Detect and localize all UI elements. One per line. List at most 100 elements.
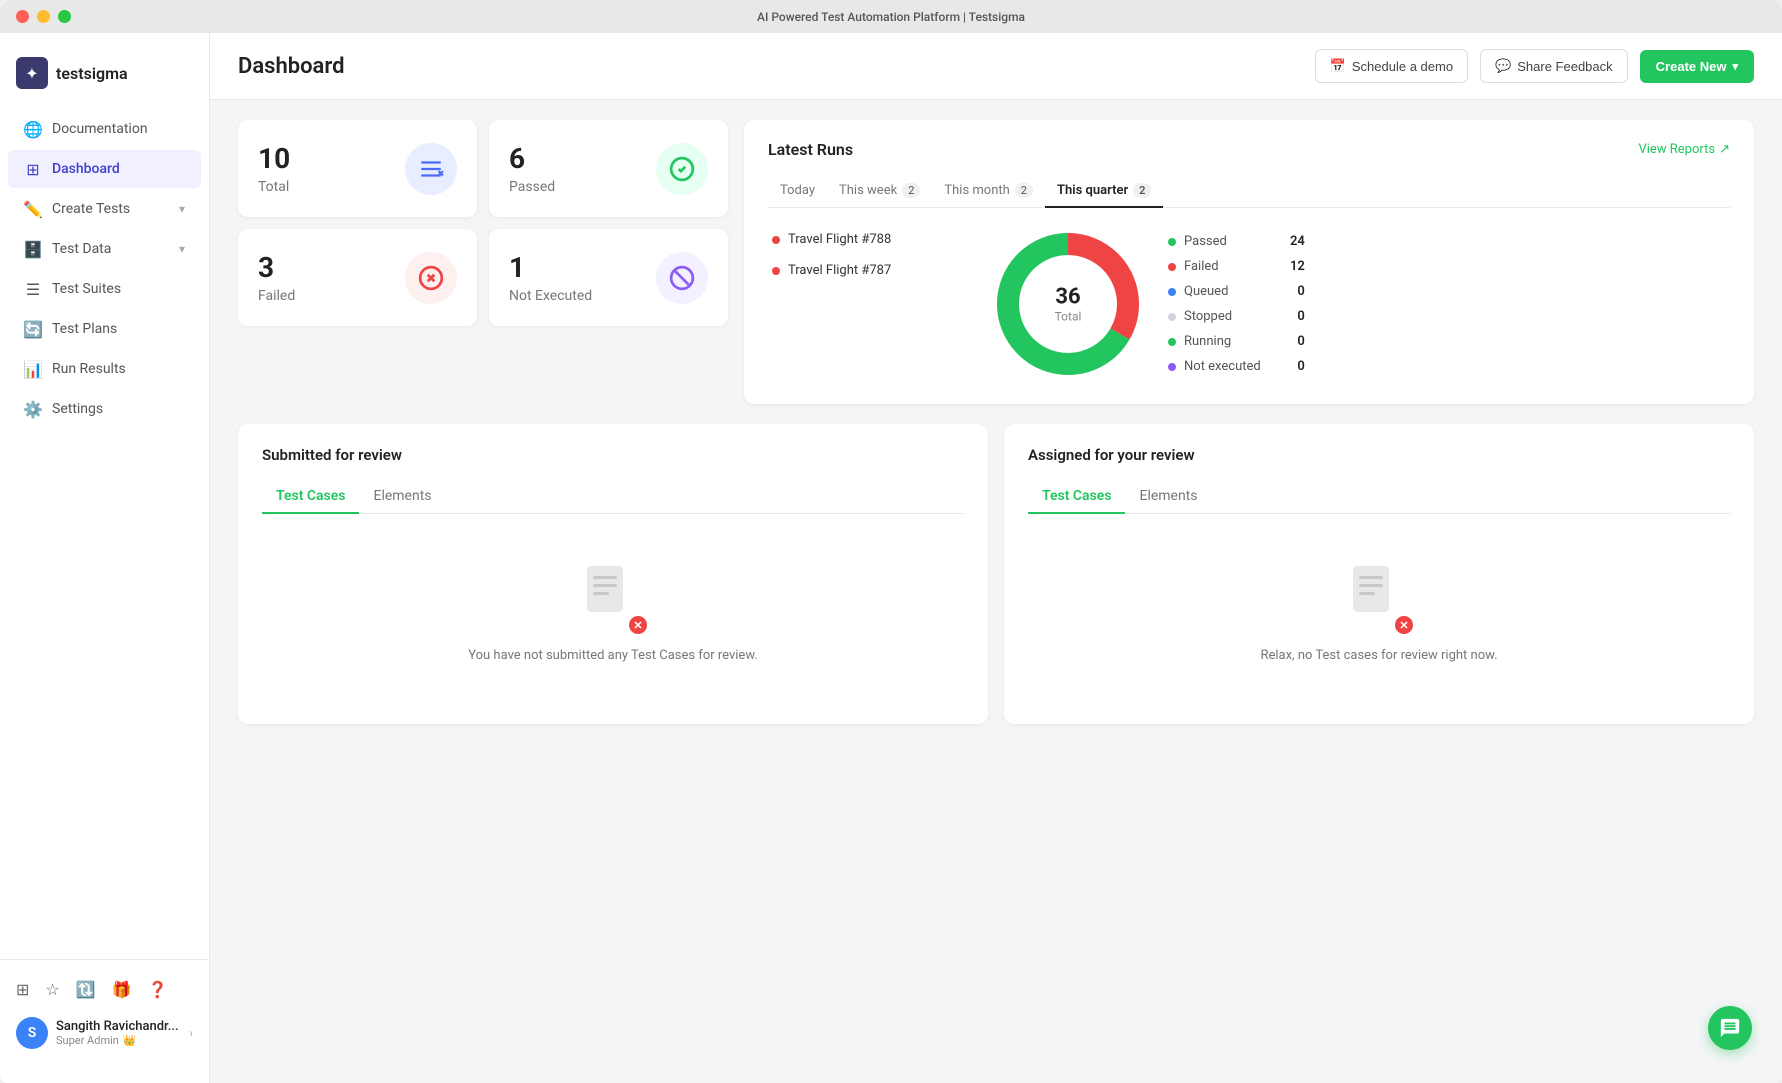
sidebar-item-test-suites[interactable]: ☰ Test Suites (8, 270, 201, 308)
empty-doc-icon-2: ✕ (1349, 564, 1409, 634)
chart-icon: 📊 (24, 360, 42, 378)
view-reports-label: View Reports (1638, 142, 1715, 157)
legend-failed: Failed 12 (1168, 259, 1305, 274)
gift-icon[interactable]: 🎁 (112, 980, 132, 999)
chevron-down-icon: ▾ (179, 202, 185, 216)
stat-passed-number: 6 (509, 142, 555, 175)
stat-total-label: Total (258, 179, 290, 195)
schedule-demo-button[interactable]: 📅 Schedule a demo (1315, 49, 1468, 83)
donut-legend: Passed 24 Failed 12 Qu (1168, 234, 1305, 374)
latest-runs-title: Latest Runs (768, 140, 853, 159)
dashboard-body: 10 Total (210, 100, 1782, 744)
sidebar-item-test-plans[interactable]: 🔄 Test Plans (8, 310, 201, 348)
run-dot-787 (772, 267, 780, 275)
legend-passed: Passed 24 (1168, 234, 1305, 249)
traffic-light-minimize[interactable] (37, 10, 50, 23)
app-container: ✦ testsigma 🌐 Documentation ⊞ Dashboard … (0, 33, 1782, 1083)
comment-icon: 💬 (1495, 58, 1511, 74)
logo-icon: ✦ (16, 57, 48, 89)
tab-submitted-test-cases[interactable]: Test Cases (262, 480, 359, 514)
tab-this-month[interactable]: This month 2 (932, 175, 1045, 208)
page-title: Dashboard (238, 54, 344, 79)
calendar-icon: 📅 (1330, 58, 1346, 74)
tab-this-quarter[interactable]: This quarter 2 (1045, 175, 1163, 208)
this-quarter-badge: 2 (1133, 183, 1151, 198)
external-link-icon: ↗ (1719, 142, 1730, 157)
assigned-empty-text: Relax, no Test cases for review right no… (1260, 648, 1497, 663)
main-content: Dashboard 📅 Schedule a demo 💬 Share Feed… (210, 33, 1782, 1083)
legend-label-failed: Failed (1184, 259, 1274, 274)
sidebar-bottom: ⊞ ☆ 🔃 🎁 ❓ S Sangith Ravichandr... Super … (0, 959, 209, 1071)
stat-card-passed: 6 Passed (489, 120, 728, 217)
tab-assigned-test-cases[interactable]: Test Cases (1028, 480, 1125, 514)
sidebar-item-documentation[interactable]: 🌐 Documentation (8, 110, 201, 148)
stat-card-not-executed: 1 Not Executed (489, 229, 728, 326)
legend-count-not-executed: 0 (1297, 359, 1304, 374)
user-menu-chevron-icon: › (189, 1026, 193, 1040)
user-row[interactable]: S Sangith Ravichandr... Super Admin 👑 › (0, 1007, 209, 1059)
submitted-review-panel: Submitted for review Test Cases Elements (238, 424, 988, 724)
logo-text: testsigma (56, 64, 128, 83)
traffic-light-maximize[interactable] (58, 10, 71, 23)
passed-icon (656, 143, 708, 195)
assigned-review-title: Assigned for your review (1028, 446, 1730, 464)
sync-icon[interactable]: 🔃 (76, 980, 96, 999)
user-name: Sangith Ravichandr... (56, 1019, 181, 1034)
user-info: Sangith Ravichandr... Super Admin 👑 (56, 1019, 181, 1047)
donut-total-number: 36 (1055, 285, 1082, 310)
share-feedback-label: Share Feedback (1517, 59, 1612, 74)
failed-icon (405, 252, 457, 304)
chat-fab-button[interactable] (1708, 1006, 1752, 1050)
error-badge-icon: ✕ (629, 616, 647, 634)
this-week-badge: 2 (902, 183, 920, 198)
submitted-review-tabs: Test Cases Elements (262, 480, 964, 514)
not-executed-icon (656, 252, 708, 304)
sidebar-logo: ✦ testsigma (0, 45, 209, 109)
sidebar-item-dashboard[interactable]: ⊞ Dashboard (8, 150, 201, 188)
run-label-788: Travel Flight #788 (788, 232, 891, 247)
legend-label-stopped: Stopped (1184, 309, 1281, 324)
stat-failed-number: 3 (258, 251, 295, 284)
share-feedback-button[interactable]: 💬 Share Feedback (1480, 49, 1628, 83)
submitted-review-empty-state: ✕ You have not submitted any Test Cases … (262, 534, 964, 693)
sidebar-item-create-tests[interactable]: ✏️ Create Tests ▾ (8, 190, 201, 228)
schedule-demo-label: Schedule a demo (1352, 59, 1453, 74)
legend-not-executed: Not executed 0 (1168, 359, 1305, 374)
add-project-icon[interactable]: ⊞ (16, 980, 29, 999)
tab-this-week[interactable]: This week 2 (827, 175, 932, 208)
help-icon[interactable]: ❓ (148, 980, 168, 999)
legend-label-running: Running (1184, 334, 1281, 349)
sidebar-item-label: Run Results (52, 361, 126, 377)
traffic-light-close[interactable] (16, 10, 29, 23)
settings-icon: ⚙️ (24, 400, 42, 418)
empty-doc-icon: ✕ (583, 564, 643, 634)
tab-assigned-elements[interactable]: Elements (1125, 480, 1211, 514)
list-icon: ☰ (24, 280, 42, 298)
runs-content: Travel Flight #788 Travel Flight #787 (768, 224, 1730, 384)
tab-today[interactable]: Today (768, 175, 827, 208)
legend-running: Running 0 (1168, 334, 1305, 349)
sidebar-bottom-icons: ⊞ ☆ 🔃 🎁 ❓ (0, 972, 209, 1007)
latest-runs-header: Latest Runs View Reports ↗ (768, 140, 1730, 159)
view-reports-link[interactable]: View Reports ↗ (1638, 142, 1730, 157)
assigned-review-empty-state: ✕ Relax, no Test cases for review right … (1028, 534, 1730, 693)
stat-passed-label: Passed (509, 179, 555, 195)
legend-dot-failed (1168, 263, 1176, 271)
bookmark-icon[interactable]: ☆ (45, 980, 59, 999)
error-badge-icon-2: ✕ (1395, 616, 1413, 634)
tab-submitted-elements[interactable]: Elements (359, 480, 445, 514)
sidebar-item-settings[interactable]: ⚙️ Settings (8, 390, 201, 428)
this-month-badge: 2 (1015, 183, 1033, 198)
legend-dot-running (1168, 338, 1176, 346)
run-item-788[interactable]: Travel Flight #788 (768, 224, 968, 255)
header-actions: 📅 Schedule a demo 💬 Share Feedback Creat… (1315, 49, 1754, 83)
run-item-787[interactable]: Travel Flight #787 (768, 255, 968, 286)
sidebar-item-run-results[interactable]: 📊 Run Results (8, 350, 201, 388)
sidebar-item-label: Create Tests (52, 201, 130, 217)
run-dot-788 (772, 236, 780, 244)
edit-icon: ✏️ (24, 200, 42, 218)
runs-list: Travel Flight #788 Travel Flight #787 (768, 224, 968, 286)
sidebar-item-test-data[interactable]: 🗄️ Test Data ▾ (8, 230, 201, 268)
donut-total-label: Total (1055, 310, 1082, 324)
create-new-button[interactable]: Create New ▾ (1640, 50, 1754, 83)
